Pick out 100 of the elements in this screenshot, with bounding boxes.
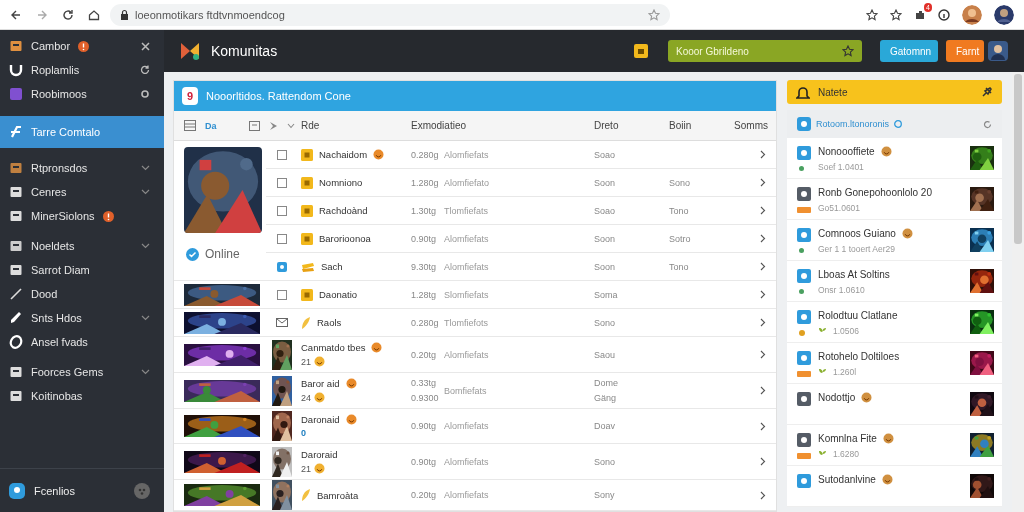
notice-title: Nodottjo bbox=[818, 392, 856, 403]
menu-item-icon bbox=[9, 63, 23, 77]
chevron-icon[interactable] bbox=[760, 318, 766, 327]
sidebar-item[interactable]: Sarrot Diam bbox=[0, 258, 164, 282]
logo-icon bbox=[179, 41, 201, 61]
arrow-icon[interactable] bbox=[268, 120, 278, 131]
checkbox[interactable] bbox=[277, 149, 287, 160]
weight-text: 1.28tg bbox=[411, 289, 437, 300]
sidebar-item[interactable]: Koitinobas bbox=[0, 384, 164, 408]
chevron-icon[interactable] bbox=[760, 206, 766, 215]
refresh-icon[interactable] bbox=[140, 65, 150, 75]
weight-text: 1.280g bbox=[411, 177, 439, 188]
sidebar-item[interactable]: MinerSiolons bbox=[0, 204, 164, 228]
chevron-icon[interactable] bbox=[760, 350, 766, 359]
sidebar-item[interactable]: Rtpronsdos bbox=[0, 156, 164, 180]
item-count: 0 bbox=[301, 428, 306, 438]
sidebar-item[interactable]: Roobimoos bbox=[0, 82, 164, 106]
info-icon[interactable] bbox=[938, 8, 950, 21]
notice-item[interactable]: Ronb Gonepohoonlolo 20 Go51.0601 bbox=[787, 179, 1002, 220]
chevron-down-icon[interactable] bbox=[286, 122, 295, 129]
extension-icon[interactable] bbox=[914, 8, 926, 21]
notice-item[interactable]: Rotohelo Doltiloes 1.260l bbox=[787, 343, 1002, 384]
chevron-icon[interactable] bbox=[760, 262, 766, 271]
avatar-icon[interactable] bbox=[994, 4, 1014, 25]
home-icon[interactable] bbox=[88, 8, 100, 21]
item-count: 24 bbox=[301, 392, 311, 403]
checkbox[interactable] bbox=[277, 233, 287, 244]
tag-icon[interactable] bbox=[277, 261, 287, 272]
mail-icon[interactable] bbox=[276, 318, 288, 327]
chevron-icon[interactable] bbox=[760, 150, 766, 159]
chevron-down-icon[interactable] bbox=[141, 165, 150, 171]
address-field[interactable]: loeonmotikars ftdtvnmoendcog bbox=[110, 3, 670, 26]
weight-text: 0.90tg bbox=[411, 421, 437, 431]
description-text: Alomfiefats bbox=[444, 261, 489, 272]
menu-item-icon bbox=[9, 39, 23, 53]
menu-item-icon bbox=[9, 263, 23, 277]
weight-text: 1.30tg bbox=[411, 205, 437, 216]
sidebar-item[interactable]: Ansel fvads bbox=[0, 330, 164, 354]
chevron-icon[interactable] bbox=[760, 178, 766, 187]
sidebar-item[interactable]: Foorces Gems bbox=[0, 360, 164, 384]
sidebar-item[interactable]: Noeldets bbox=[0, 234, 164, 258]
chevron-icon[interactable] bbox=[760, 457, 766, 466]
star-icon[interactable] bbox=[890, 8, 902, 21]
checkbox[interactable] bbox=[277, 289, 287, 300]
status-text: Tono bbox=[669, 261, 689, 272]
item-name: Nomniono bbox=[319, 177, 363, 188]
date-text: Soon bbox=[594, 233, 616, 244]
back-icon[interactable] bbox=[10, 8, 22, 21]
badge-icon[interactable] bbox=[634, 44, 648, 58]
checkbox[interactable] bbox=[277, 205, 287, 216]
date-text: Sono bbox=[594, 456, 616, 467]
status-label: Online bbox=[205, 247, 240, 261]
checkbox[interactable] bbox=[277, 177, 287, 188]
notice-item[interactable]: Nonoooffiete Soef 1.0401 bbox=[787, 138, 1002, 179]
notice-item[interactable]: Komnlna Fite 1.6280 bbox=[787, 425, 1002, 466]
menu-item-icon bbox=[9, 239, 23, 253]
chevron-icon[interactable] bbox=[760, 421, 766, 431]
sidebar-item[interactable]: Snts Hdos bbox=[0, 306, 164, 330]
sidebar-item[interactable]: Roplamlis bbox=[0, 58, 164, 82]
notice-item[interactable]: Nodottjo bbox=[787, 384, 1002, 425]
calendar-icon[interactable] bbox=[248, 120, 260, 131]
notice-item[interactable]: Lboas At Soltins Onsr 1.0610 bbox=[787, 261, 1002, 302]
weight-text: 0.20tg bbox=[411, 349, 437, 360]
chevron-down-icon[interactable] bbox=[141, 243, 150, 249]
status-text: Sono bbox=[669, 177, 691, 188]
settings-icon[interactable] bbox=[140, 89, 150, 99]
description-text: Alomfiefats bbox=[444, 456, 489, 467]
reload-icon[interactable] bbox=[62, 8, 74, 21]
close-icon[interactable] bbox=[141, 41, 150, 51]
column-header: Rde bbox=[301, 120, 320, 131]
chevron-down-icon[interactable] bbox=[141, 189, 150, 195]
refresh-icon[interactable] bbox=[983, 119, 992, 129]
weight-text: 0.280g bbox=[411, 149, 439, 160]
chevron-down-icon[interactable] bbox=[141, 369, 150, 375]
chevron-down-icon[interactable] bbox=[141, 315, 150, 321]
chevron-icon[interactable] bbox=[760, 490, 766, 500]
date-text: Soon bbox=[594, 261, 616, 272]
description-text: Alomfiefats bbox=[444, 233, 489, 244]
notice-item[interactable]: Rolodtuu Clatlane 1.0506 bbox=[787, 302, 1002, 343]
avatar-icon[interactable] bbox=[962, 4, 982, 25]
chevron-icon[interactable] bbox=[760, 234, 766, 243]
chevron-icon[interactable] bbox=[760, 386, 766, 395]
coin-icon bbox=[799, 330, 805, 336]
crate-icon bbox=[301, 232, 313, 245]
sidebar-item[interactable]: Dood bbox=[0, 282, 164, 306]
sidebar-item[interactable]: Cambor bbox=[0, 34, 164, 58]
notice-item[interactable]: Sutodanlvine bbox=[787, 466, 1002, 507]
avatar-icon[interactable] bbox=[988, 41, 1008, 61]
notice-item[interactable]: Comnoos Guiano Ger 1 1 tooert Aer29 bbox=[787, 220, 1002, 261]
scrollbar-thumb[interactable] bbox=[1014, 74, 1022, 244]
item-name: Daonatio bbox=[319, 289, 358, 300]
count-badge: 9 bbox=[182, 87, 198, 105]
chevron-icon[interactable] bbox=[760, 290, 766, 299]
list-icon[interactable] bbox=[184, 120, 196, 131]
crate-icon bbox=[301, 204, 313, 217]
menu-item-icon bbox=[9, 389, 23, 403]
status-text: Tono bbox=[669, 205, 689, 216]
sidebar-item[interactable]: Cenres bbox=[0, 180, 164, 204]
bookmark-icon[interactable] bbox=[866, 8, 878, 21]
date-text: Saou bbox=[594, 349, 616, 360]
